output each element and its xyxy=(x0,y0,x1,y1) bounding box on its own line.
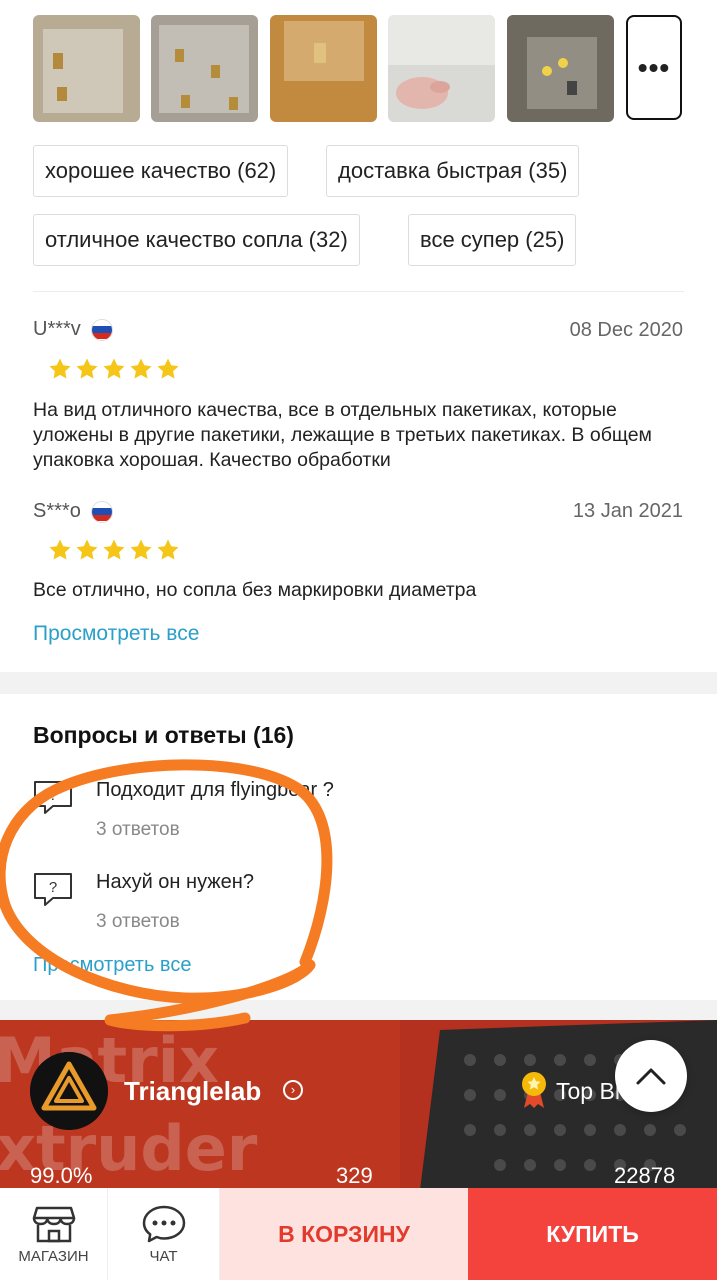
qa-question[interactable]: Подходит для flyingbear ? xyxy=(96,779,334,802)
review-photo-thumbnail[interactable] xyxy=(33,15,140,122)
chat-label: ЧАТ xyxy=(149,1247,178,1265)
question-bubble-icon: ? xyxy=(34,873,72,906)
scroll-to-top-button[interactable] xyxy=(615,1040,687,1112)
review-photo-thumbnail[interactable] xyxy=(270,15,377,122)
photo-hand-holding xyxy=(388,15,495,122)
reviewer: S***o xyxy=(33,500,113,523)
review-photo-thumbnail[interactable] xyxy=(388,15,495,122)
star-icon xyxy=(76,539,98,560)
svg-text:?: ? xyxy=(49,787,57,804)
review-tag[interactable]: хорошее качество (62) xyxy=(33,145,289,197)
store-logo[interactable] xyxy=(30,1052,108,1130)
photo-nozzles-bag xyxy=(33,15,140,122)
star-icon xyxy=(103,539,125,560)
svg-text:?: ? xyxy=(49,879,57,896)
store-positive-feedback: 99.0% xyxy=(30,1163,93,1188)
store-stat: 329 xyxy=(336,1163,373,1188)
chevron-up-icon xyxy=(636,1068,666,1085)
rating-stars xyxy=(48,538,180,562)
qa-title: Вопросы и ответы (16) xyxy=(33,722,294,748)
star-icon xyxy=(49,539,71,560)
review-photo-thumbnail[interactable] xyxy=(151,15,258,122)
review-text[interactable]: Все отлично, но сопла без маркировки диа… xyxy=(33,578,683,603)
chat-icon xyxy=(142,1205,185,1242)
rating-stars xyxy=(48,357,180,381)
shop-button[interactable]: МАГАЗИН xyxy=(0,1188,108,1280)
section-separator xyxy=(0,1000,717,1020)
star-icon xyxy=(49,358,71,379)
star-icon xyxy=(130,358,152,379)
star-icon xyxy=(103,358,125,379)
question-bubble-icon: ? xyxy=(34,781,72,814)
more-photos-button[interactable]: ••• xyxy=(626,15,682,120)
reviewer-name: U***v xyxy=(33,318,81,340)
review-date: 08 Dec 2020 xyxy=(569,319,683,341)
qa-answers-count[interactable]: 3 ответов xyxy=(96,911,180,933)
chevron-right-icon[interactable]: › xyxy=(283,1080,303,1100)
divider xyxy=(33,291,684,292)
buy-now-button[interactable]: КУПИТЬ xyxy=(468,1188,717,1280)
review-photo-thumbnail[interactable] xyxy=(507,15,614,122)
section-separator xyxy=(0,672,717,694)
top-brands-medal-icon xyxy=(522,1072,546,1108)
review-tag[interactable]: отличное качество сопла (32) xyxy=(33,214,360,266)
view-all-questions-link[interactable]: Просмотреть все xyxy=(33,954,191,977)
more-dots-icon: ••• xyxy=(637,51,671,83)
add-to-cart-button[interactable]: В КОРЗИНУ xyxy=(220,1188,468,1280)
star-icon xyxy=(157,358,179,379)
store-name[interactable]: Trianglelab xyxy=(124,1076,261,1107)
reviewer-name: S***o xyxy=(33,500,81,522)
review-text[interactable]: На вид отличного качества, все в отдельн… xyxy=(33,398,683,473)
review-date: 13 Jan 2021 xyxy=(572,500,683,522)
star-icon xyxy=(76,358,98,379)
reviewer: U***v xyxy=(33,318,113,341)
chat-button[interactable]: ЧАТ xyxy=(108,1188,220,1280)
russia-flag-icon xyxy=(90,500,113,523)
star-icon xyxy=(130,539,152,560)
photo-nozzles-package xyxy=(507,15,614,122)
photo-nozzles-bag xyxy=(151,15,258,122)
view-all-reviews-link[interactable]: Просмотреть все xyxy=(33,622,199,646)
star-icon xyxy=(157,539,179,560)
review-tag[interactable]: доставка быстрая (35) xyxy=(326,145,580,197)
shop-label: МАГАЗИН xyxy=(18,1247,89,1265)
qa-answers-count[interactable]: 3 ответов xyxy=(96,819,180,841)
photo-nozzle-on-table xyxy=(270,15,377,122)
russia-flag-icon xyxy=(90,318,113,341)
qa-question[interactable]: Нахуй он нужен? xyxy=(96,871,254,894)
store-icon xyxy=(32,1206,75,1242)
store-followers: 22878 xyxy=(614,1163,676,1188)
review-tag[interactable]: все супер (25) xyxy=(408,214,577,266)
